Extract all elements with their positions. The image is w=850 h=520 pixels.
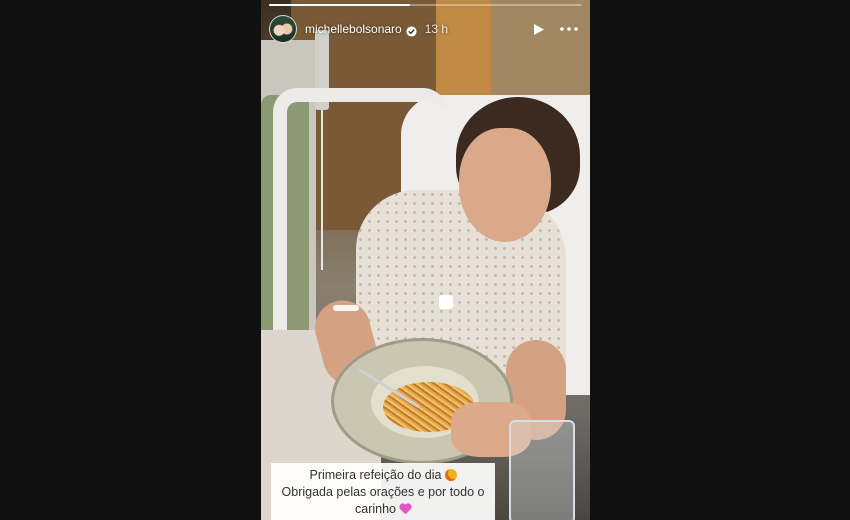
post-time: 13 h xyxy=(424,22,449,36)
caption-line-2: Obrigada pelas orações e por todo o xyxy=(281,485,485,499)
avatar[interactable] xyxy=(269,15,297,43)
story-caption: Primeira refeição do dia Obrigada pelas … xyxy=(271,463,495,520)
story-viewer[interactable]: michellebolsonaro 13 h Primeira refeição… xyxy=(261,0,590,520)
story-progress-fill xyxy=(269,4,410,6)
play-icon xyxy=(534,23,544,35)
pink-heart-emoji-icon xyxy=(399,504,411,515)
play-button[interactable] xyxy=(528,18,550,40)
caption-line-3: carinho xyxy=(275,501,491,518)
story-progress-bar xyxy=(269,4,582,6)
scene-bracelet xyxy=(333,305,359,311)
scene-clip xyxy=(439,295,453,309)
scene-face xyxy=(459,128,551,242)
caption-line-1: Primeira refeição do dia xyxy=(275,467,491,484)
scene-glass xyxy=(509,420,575,520)
username-link[interactable]: michellebolsonaro xyxy=(305,22,402,36)
verified-badge-icon xyxy=(406,24,417,37)
more-options-icon xyxy=(560,27,578,31)
more-options-button[interactable] xyxy=(556,18,582,40)
story-header: michellebolsonaro 13 h xyxy=(269,14,582,44)
star-struck-emoji-icon xyxy=(444,469,457,481)
